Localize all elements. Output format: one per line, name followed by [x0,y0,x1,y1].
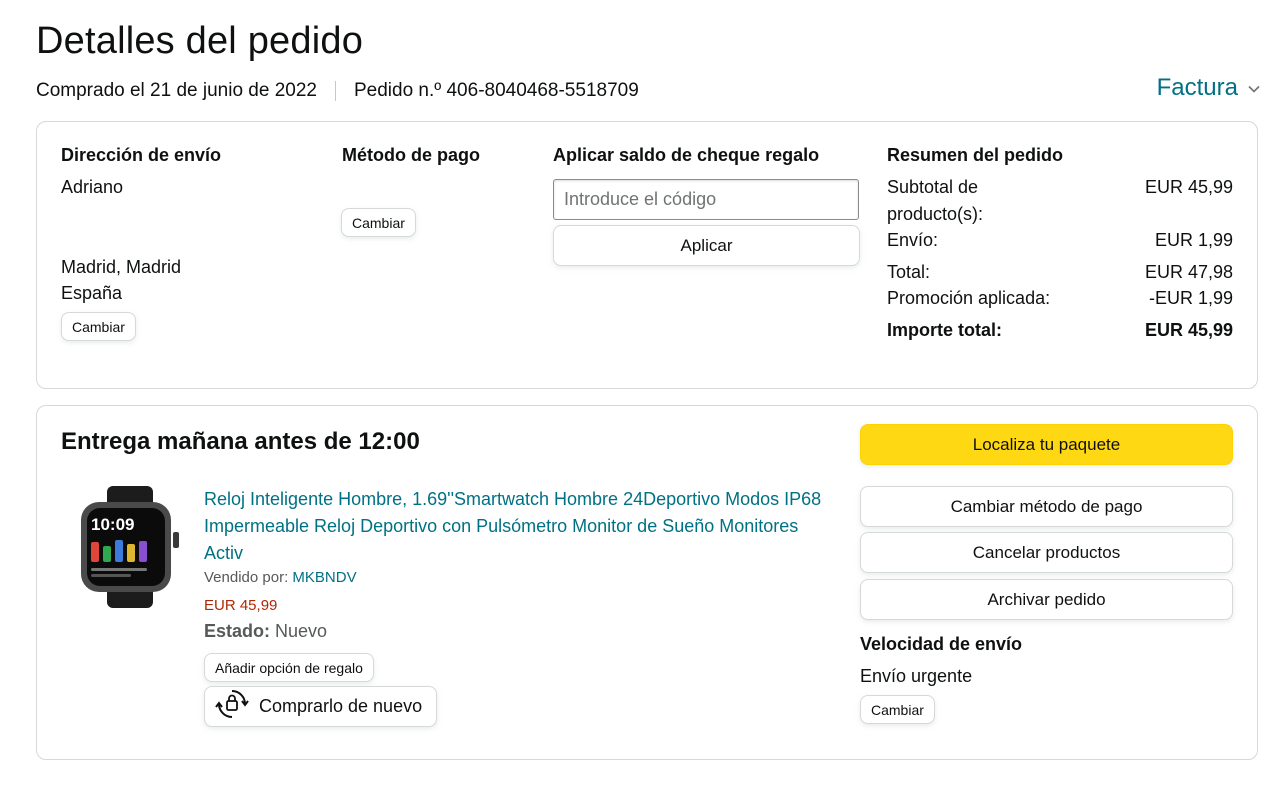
invoice-label: Factura [1156,74,1238,101]
summary-heading: Resumen del pedido [887,145,1064,165]
archive-order-button[interactable]: Archivar pedido [860,579,1233,620]
order-meta: Comprado el 21 de junio de 2022 Pedido n… [36,80,639,102]
delivery-panel: Entrega mañana antes de 12:00 10:09 Relo… [36,405,1258,760]
sold-by-label: Vendido por: [204,569,289,586]
summary-value: EUR 47,98 [1144,262,1233,282]
gift-option-button[interactable]: Añadir opción de regalo [204,653,374,682]
buy-again-button[interactable]: Comprarlo de nuevo [204,686,438,727]
summary-value: -EUR 1,99 [1148,288,1233,308]
product-condition: Estado: Nuevo [204,621,327,642]
track-package-button[interactable]: Localiza tu paquete [860,424,1233,465]
page-title: Detalles del pedido [36,20,364,62]
summary-label: Envío: [887,230,939,250]
summary-row-subtotal: Subtotal de producto(s): EUR 45,99 [887,174,1233,228]
summary-row-promotion: Promoción aplicada: -EUR 1,99 [887,285,1233,312]
summary-value: EUR 45,99 [1144,320,1233,340]
buy-again-icon [215,687,249,726]
sold-by: Vendido por: MKBNDV [204,569,357,586]
invoice-dropdown[interactable]: Factura [1157,74,1260,102]
summary-value: EUR 45,99 [1144,177,1233,197]
meta-divider [334,81,336,101]
summary-row-grand-total: Importe total: EUR 45,99 [887,317,1233,344]
order-number: Pedido n.º 406-8040468-5518709 [353,80,639,101]
shipping-speed-value: Envío urgente [860,666,973,686]
shipping-name: Adriano [61,177,124,197]
summary-label: Importe total: [887,320,1002,340]
seller-link[interactable]: MKBNDV [292,569,356,586]
summary-row-total: Total: EUR 47,98 [887,259,1233,286]
shipping-city: Madrid, Madrid [61,257,182,277]
purchase-date: Comprado el 21 de junio de 2022 [36,80,317,101]
summary-label: Promoción aplicada: [887,288,1051,308]
shipping-country: España [61,283,123,303]
change-payment-button[interactable]: Cambiar [341,208,416,237]
cancel-items-button[interactable]: Cancelar productos [860,532,1233,573]
gift-card-heading: Aplicar saldo de cheque regalo [553,145,820,165]
chevron-down-icon [1248,80,1260,96]
summary-row-shipping: Envío: EUR 1,99 [887,227,1233,254]
delivery-title: Entrega mañana antes de 12:00 [61,428,420,455]
summary-value: EUR 1,99 [1154,230,1233,250]
change-speed-button[interactable]: Cambiar [860,695,935,724]
payment-heading: Método de pago [342,145,480,165]
condition-value: Nuevo [275,621,328,641]
apply-gift-button[interactable]: Aplicar [553,225,860,266]
gift-code-input[interactable] [553,179,859,220]
watch-screen-time: 10:09 [91,515,134,534]
summary-label: Subtotal de producto(s): [887,177,984,224]
change-payment-method-button[interactable]: Cambiar método de pago [860,486,1233,527]
shipping-speed-heading: Velocidad de envío [860,634,1023,654]
product-image[interactable]: 10:09 [77,486,183,608]
product-title-link[interactable]: Reloj Inteligente Hombre, 1.69''Smartwat… [204,486,834,567]
condition-label: Estado: [204,621,271,641]
change-address-button[interactable]: Cambiar [61,312,136,341]
buy-again-label: Comprarlo de nuevo [259,696,423,716]
summary-label: Total: [887,262,931,282]
shipping-heading: Dirección de envío [61,145,222,165]
order-info-panel: Dirección de envío Adriano Madrid, Madri… [36,121,1258,389]
product-price: EUR 45,99 [204,597,278,614]
